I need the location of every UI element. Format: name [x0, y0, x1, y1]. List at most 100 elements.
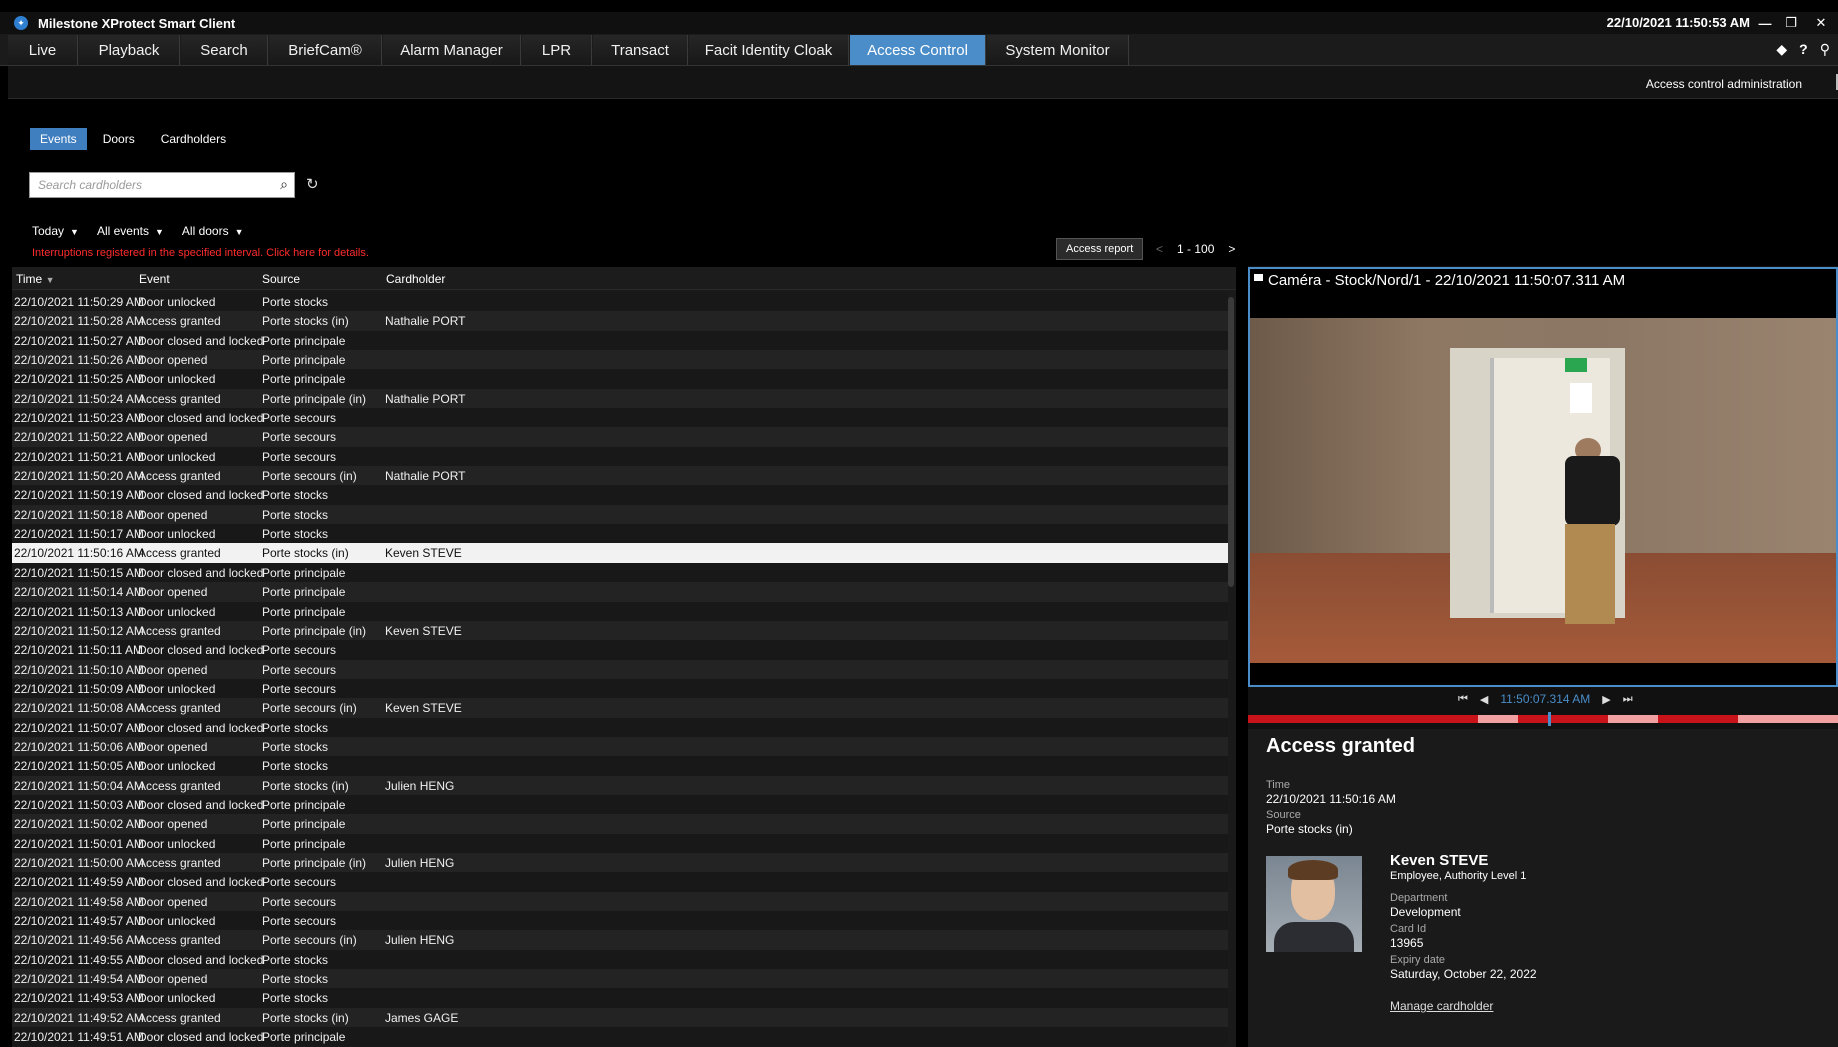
table-row[interactable]: 22/10/2021 11:50:08 AM Access granted Port… [12, 698, 1228, 718]
manage-cardholder-link[interactable]: Manage cardholder [1390, 999, 1493, 1013]
table-row[interactable]: 22/10/2021 11:50:15 AM Door closed and lo… [12, 562, 1228, 583]
table-row[interactable]: 22/10/2021 11:50:25 AM Door unlocked Porte… [12, 369, 1228, 389]
help-icon[interactable]: ? [1799, 41, 1808, 58]
search-icon[interactable]: ⌕ [280, 176, 288, 193]
col-time-header[interactable]: Time ▼ [16, 272, 55, 286]
search-cardholders-input[interactable]: Search cardholders ⌕ [29, 172, 295, 198]
cell-source: Porte secours [262, 449, 337, 464]
cell-time: 22/10/2021 11:50:13 AM [14, 604, 144, 619]
table-row[interactable]: 22/10/2021 11:50:06 AM Door opened Porte s… [12, 736, 1228, 757]
table-row[interactable]: 22/10/2021 11:49:52 AM Access granted Port… [12, 1007, 1228, 1028]
camera-icon [1254, 274, 1263, 281]
table-row[interactable]: 22/10/2021 11:50:10 AM Door opened Porte s… [12, 659, 1228, 679]
table-row[interactable]: 22/10/2021 11:50:12 AM Access granted Port… [12, 620, 1228, 641]
tab-search[interactable]: Search [181, 35, 268, 65]
tab-transact[interactable]: Transact [593, 35, 688, 65]
table-row[interactable]: 22/10/2021 11:49:51 AM Door closed and lo… [12, 1027, 1228, 1047]
table-row[interactable]: 22/10/2021 11:50:21 AM Door unlocked Porte… [12, 446, 1228, 467]
table-row[interactable]: 22/10/2021 11:49:59 AM Door closed and lo… [12, 872, 1228, 892]
table-row[interactable]: 22/10/2021 11:50:07 AM Door closed and lo… [12, 717, 1228, 737]
cell-source: Porte principale [262, 797, 346, 812]
event-title: Access granted [1266, 735, 1415, 757]
camera-video-view[interactable]: Caméra - Stock/Nord/1 - 22/10/2021 11:50… [1248, 267, 1838, 687]
cell-event: Access granted [138, 391, 221, 406]
playback-timeline[interactable] [1248, 712, 1838, 726]
access-control-admin-button[interactable]: Access control administration [1646, 77, 1802, 91]
table-row[interactable]: 22/10/2021 11:50:18 AM Door opened Porte s… [12, 504, 1228, 525]
tab-playback[interactable]: Playback [79, 35, 180, 65]
table-row[interactable]: 22/10/2021 11:49:53 AM Door unlocked Porte… [12, 988, 1228, 1008]
pin-icon[interactable]: ◆ [1776, 41, 1787, 58]
table-row[interactable]: 22/10/2021 11:50:28 AM Access granted Port… [12, 311, 1228, 331]
time-value: 22/10/2021 11:50:16 AM [1266, 792, 1396, 806]
table-row[interactable]: 22/10/2021 11:49:55 AM Door closed and lo… [12, 949, 1228, 970]
table-row[interactable]: 22/10/2021 11:50:29 AM Door unlocked Porte… [12, 292, 1228, 312]
events-filter[interactable]: All events ▼ [97, 224, 164, 238]
col-source-header[interactable]: Source [262, 272, 300, 286]
doors-filter[interactable]: All doors ▼ [182, 224, 244, 238]
close-button[interactable]: ✕ [1810, 14, 1832, 32]
cell-time: 22/10/2021 11:50:10 AM [14, 662, 144, 677]
table-row[interactable]: 22/10/2021 11:50:13 AM Door unlocked Porte… [12, 601, 1228, 621]
period-filter[interactable]: Today ▼ [32, 224, 79, 238]
table-scrollbar[interactable] [1228, 297, 1234, 587]
refresh-icon[interactable]: ↻ [306, 175, 319, 193]
table-row[interactable]: 22/10/2021 11:50:16 AM Access granted Port… [12, 543, 1228, 563]
table-row[interactable]: 22/10/2021 11:50:23 AM Door closed and lo… [12, 408, 1228, 428]
cell-source: Porte stocks [262, 295, 329, 309]
skip-back-icon[interactable]: ⏮ [1458, 693, 1468, 706]
restore-button[interactable]: ❐ [1780, 14, 1802, 32]
table-row[interactable]: 22/10/2021 11:49:58 AM Door opened Porte s… [12, 891, 1228, 911]
cell-time: 22/10/2021 11:50:01 AM [14, 836, 144, 851]
key-icon[interactable]: ⚲ [1820, 41, 1830, 58]
minimize-button[interactable]: — [1754, 14, 1776, 32]
table-row[interactable]: 22/10/2021 11:50:11 AM Door closed and lo… [12, 640, 1228, 660]
table-row[interactable]: 22/10/2021 11:50:03 AM Door closed and lo… [12, 794, 1228, 815]
tab-briefcam[interactable]: BriefCam® [269, 35, 382, 65]
cell-event: Door closed and locked [138, 411, 264, 426]
tab-lpr[interactable]: LPR [522, 35, 592, 65]
access-report-button[interactable]: Access report [1056, 238, 1144, 260]
app-title: Milestone XProtect Smart Client [38, 15, 236, 31]
table-row[interactable]: 22/10/2021 11:50:20 AM Access granted Port… [12, 466, 1228, 486]
skip-forward-icon[interactable]: ⏭ [1623, 693, 1633, 706]
tab-facit-identity-cloak[interactable]: Facit Identity Cloak [689, 35, 849, 65]
table-row[interactable]: 22/10/2021 11:50:05 AM Door unlocked Porte… [12, 756, 1228, 776]
table-row[interactable]: 22/10/2021 11:50:19 AM Door closed and lo… [12, 485, 1228, 505]
cell-source: Porte stocks (in) [262, 314, 349, 329]
interruption-warning-link[interactable]: Interruptions registered in the specifie… [32, 247, 369, 259]
table-row[interactable]: 22/10/2021 11:50:04 AM Access granted Port… [12, 775, 1228, 795]
cell-cardholder: Keven STEVE [385, 623, 462, 638]
table-row[interactable]: 22/10/2021 11:49:54 AM Door opened Porte s… [12, 969, 1228, 989]
cardholder-role: Employee, Authority Level 1 [1390, 870, 1527, 882]
cell-event: Door closed and locked [138, 875, 264, 890]
tab-alarm-manager[interactable]: Alarm Manager [383, 35, 521, 65]
play-reverse-icon[interactable]: ◀ [1480, 693, 1488, 706]
tab-live[interactable]: Live [8, 35, 78, 65]
cell-time: 22/10/2021 11:49:59 AM [14, 875, 144, 890]
table-row[interactable]: 22/10/2021 11:50:02 AM Door opened Porte p… [12, 814, 1228, 834]
subtab-cardholders[interactable]: Cardholders [151, 128, 236, 150]
subtab-events[interactable]: Events [30, 128, 87, 150]
table-row[interactable]: 22/10/2021 11:49:56 AM Access granted Port… [12, 930, 1228, 950]
subtab-doors[interactable]: Doors [93, 128, 145, 150]
prev-page-button[interactable]: < [1156, 242, 1163, 256]
table-row[interactable]: 22/10/2021 11:50:27 AM Door closed and lo… [12, 330, 1228, 351]
table-row[interactable]: 22/10/2021 11:50:22 AM Door opened Porte s… [12, 427, 1228, 447]
table-row[interactable]: 22/10/2021 11:50:26 AM Door opened Porte p… [12, 350, 1228, 370]
table-row[interactable]: 22/10/2021 11:50:09 AM Door unlocked Porte… [12, 678, 1228, 699]
table-row[interactable]: 22/10/2021 11:49:57 AM Door unlocked Porte… [12, 911, 1228, 931]
col-event-header[interactable]: Event [139, 272, 170, 286]
table-row[interactable]: 22/10/2021 11:50:00 AM Access granted Port… [12, 852, 1228, 873]
table-row[interactable]: 22/10/2021 11:50:01 AM Door unlocked Porte… [12, 833, 1228, 853]
play-forward-icon[interactable]: ▶ [1602, 693, 1610, 706]
next-page-button[interactable]: > [1228, 242, 1235, 256]
table-row[interactable]: 22/10/2021 11:50:14 AM Door opened Porte p… [12, 582, 1228, 602]
cell-cardholder: Keven STEVE [385, 546, 462, 561]
col-cardholder-header[interactable]: Cardholder [386, 272, 445, 286]
timeline-cursor[interactable] [1548, 712, 1551, 726]
tab-access-control[interactable]: Access Control [850, 35, 986, 65]
tab-system-monitor[interactable]: System Monitor [987, 35, 1129, 65]
table-row[interactable]: 22/10/2021 11:50:17 AM Door unlocked Porte… [12, 524, 1228, 544]
table-row[interactable]: 22/10/2021 11:50:24 AM Access granted Port… [12, 388, 1228, 409]
